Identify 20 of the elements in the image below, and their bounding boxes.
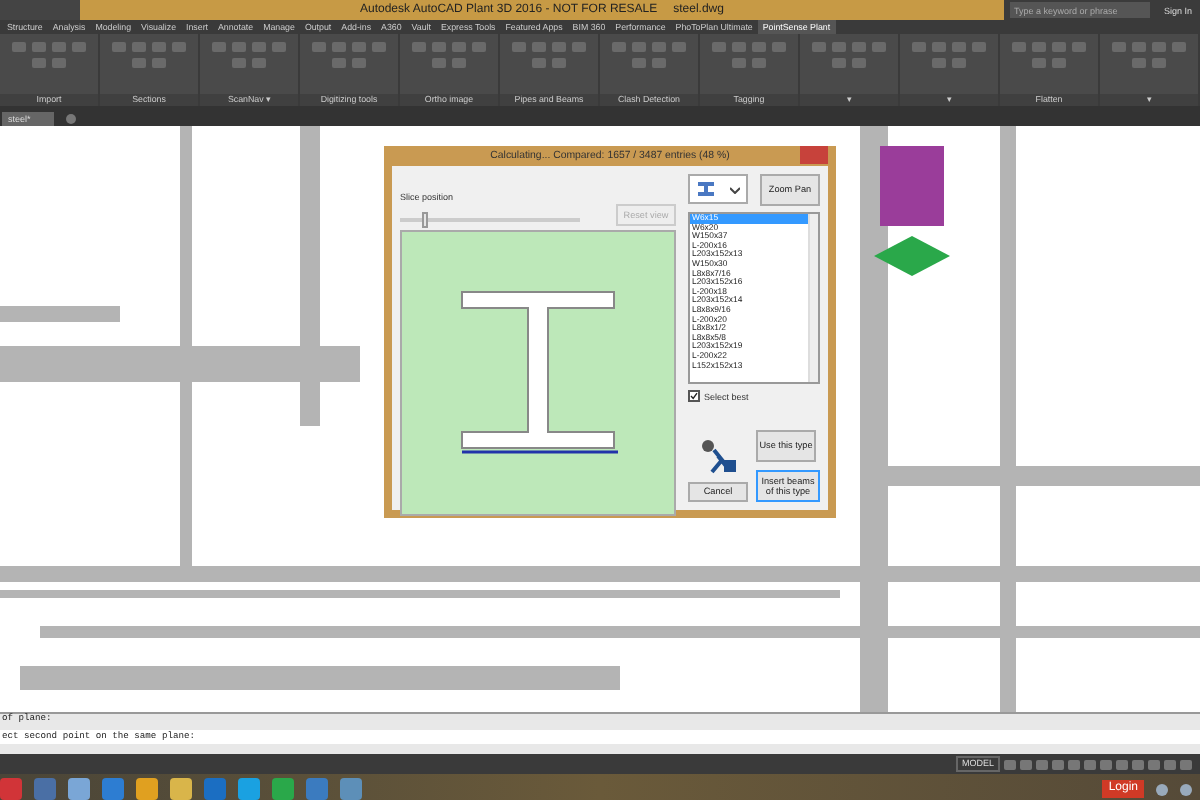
new-tab-icon[interactable]: [66, 114, 77, 124]
taskbar-app-icon[interactable]: [34, 778, 56, 800]
taskbar-app-icon[interactable]: [136, 778, 158, 800]
checkbox[interactable]: [688, 390, 700, 402]
taskbar-app-icon[interactable]: [272, 778, 294, 800]
taskbar-app-icon[interactable]: [102, 778, 124, 800]
close-button[interactable]: [800, 146, 828, 164]
section-icon: [696, 180, 717, 198]
taskbar-app-icon[interactable]: [68, 778, 90, 800]
taskbar-app-icon[interactable]: [0, 778, 22, 800]
taskbar-app-icon[interactable]: [306, 778, 328, 800]
taskbar-app-icon[interactable]: [340, 778, 362, 800]
slider-thumb[interactable]: [421, 212, 428, 228]
scrollbar[interactable]: [808, 214, 818, 382]
view-dropdown[interactable]: [688, 174, 748, 204]
worker-icon: [698, 438, 738, 474]
taskbar-app-icon[interactable]: [238, 778, 260, 800]
taskbar-app-icon[interactable]: [204, 778, 226, 800]
caret-icon: [729, 185, 740, 193]
taskbar-app-icon[interactable]: [170, 778, 192, 800]
